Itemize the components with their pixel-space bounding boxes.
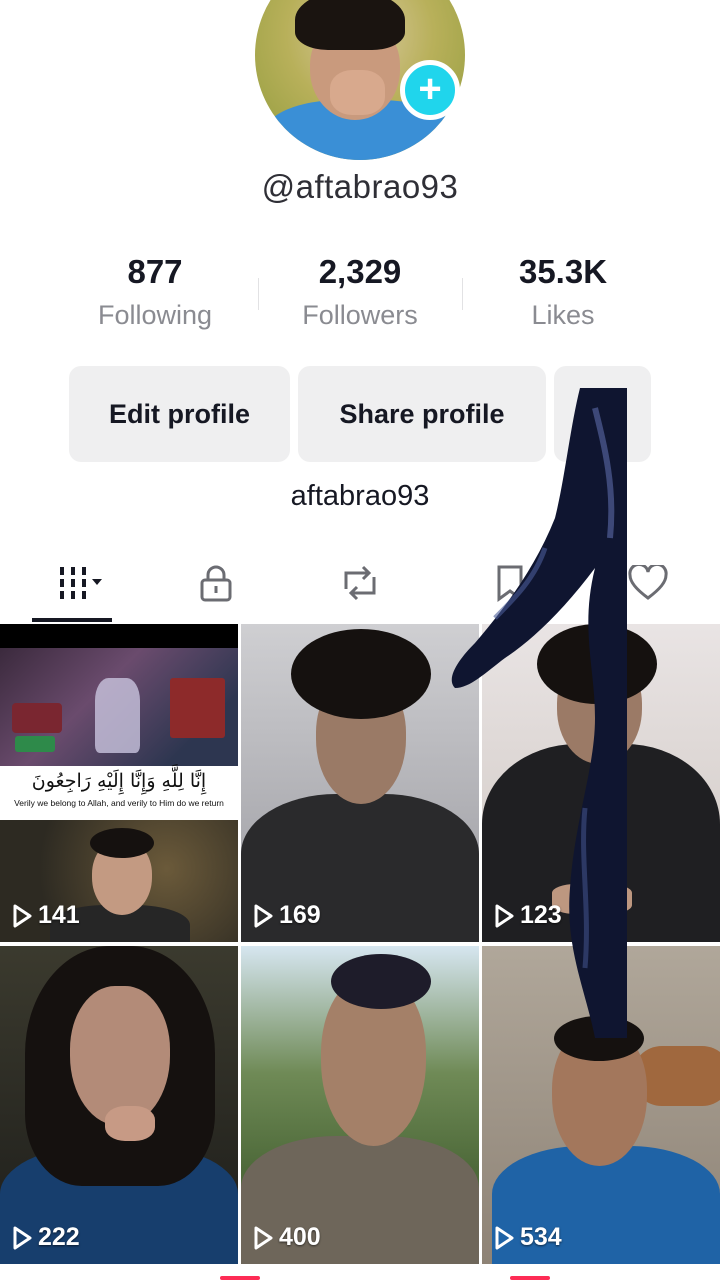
video-caption-arabic: إِنَّا لِلَّهِ وَإِنَّا إِلَيْهِ رَاجِعُ… [31, 770, 207, 792]
lock-icon [200, 565, 232, 602]
followers-count: 2,329 [318, 253, 402, 290]
play-icon [13, 904, 32, 927]
video-thumbnail[interactable]: إِنَّا لِلَّهِ وَإِنَّا إِلَيْهِ رَاجِعُ… [0, 624, 238, 942]
videos-grid-icon [60, 567, 102, 599]
play-icon [495, 1226, 514, 1249]
following-count: 877 [127, 253, 183, 290]
video-view-count: 400 [253, 1223, 321, 1252]
following-label: Following [97, 300, 213, 330]
add-story-icon[interactable]: + [400, 60, 460, 120]
play-icon [254, 904, 273, 927]
video-thumbnail[interactable]: 222 [0, 946, 238, 1264]
stat-following[interactable]: 877 Following [55, 250, 255, 331]
bottom-nav-edge [0, 1266, 720, 1280]
stat-followers[interactable]: 2,329 Followers [260, 250, 460, 331]
repost-icon [344, 565, 376, 601]
profile-stats: 877 Following 2,329 Followers 35.3K Like… [0, 250, 720, 345]
tab-videos[interactable] [38, 558, 118, 608]
play-icon [254, 1226, 273, 1249]
stat-divider [258, 278, 259, 310]
video-view-count: 534 [494, 1223, 562, 1252]
nav-indicator [220, 1276, 260, 1280]
followers-label: Followers [302, 300, 418, 330]
nav-indicator [510, 1276, 550, 1280]
play-icon [13, 1226, 32, 1249]
video-thumbnail[interactable]: 169 [241, 624, 479, 942]
overlay-figure-sticker [451, 388, 627, 1038]
video-view-count: 222 [12, 1223, 80, 1252]
video-caption-english: Verily we belong to Allah, and verily to… [14, 798, 224, 808]
edit-profile-button[interactable]: Edit profile [69, 366, 290, 462]
heart-icon [628, 565, 668, 600]
stat-likes[interactable]: 35.3K Likes [463, 250, 663, 331]
video-view-count: 169 [253, 901, 321, 930]
tab-reposts[interactable] [320, 558, 400, 608]
username: @aftabrao93 [261, 168, 459, 205]
video-thumbnail[interactable]: 400 [241, 946, 479, 1264]
active-tab-indicator [32, 618, 112, 622]
likes-count: 35.3K [518, 253, 608, 290]
video-view-count: 141 [12, 901, 80, 930]
profile-avatar[interactable]: + [255, 0, 465, 160]
tab-private[interactable] [176, 558, 256, 608]
likes-label: Likes [531, 300, 595, 330]
